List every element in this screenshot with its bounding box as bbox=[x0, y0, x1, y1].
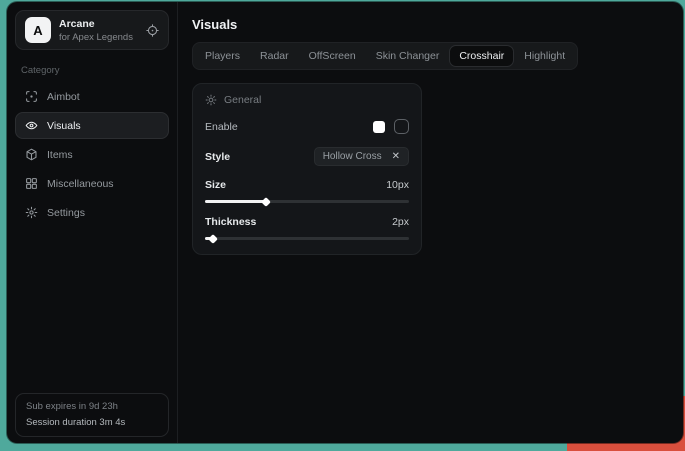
size-slider-fill bbox=[205, 200, 266, 203]
enable-checkbox[interactable] bbox=[394, 119, 409, 134]
thickness-slider[interactable] bbox=[205, 237, 409, 240]
sidebar-item-label: Aimbot bbox=[47, 91, 80, 103]
style-label: Style bbox=[205, 151, 230, 163]
sidebar-item-label: Miscellaneous bbox=[47, 178, 114, 190]
brand-subtitle: for Apex Legends bbox=[59, 32, 133, 43]
page-title: Visuals bbox=[192, 18, 669, 32]
enable-label: Enable bbox=[205, 121, 238, 133]
general-panel: General Enable Style Hollow Cross ✕ bbox=[192, 83, 422, 255]
sidebar-item-label: Items bbox=[47, 149, 73, 161]
tab-players[interactable]: Players bbox=[196, 46, 249, 66]
thickness-value: 2px bbox=[392, 216, 409, 228]
sidebar-item-label: Visuals bbox=[47, 120, 81, 132]
sidebar-item-aimbot[interactable]: Aimbot bbox=[15, 83, 169, 110]
app-logo: A bbox=[25, 17, 51, 43]
panel-header-label: General bbox=[224, 94, 261, 106]
tab-crosshair[interactable]: Crosshair bbox=[450, 46, 513, 66]
tab-skin-changer[interactable]: Skin Changer bbox=[367, 46, 449, 66]
tab-radar[interactable]: Radar bbox=[251, 46, 298, 66]
size-label: Size bbox=[205, 179, 226, 191]
sidebar-item-visuals[interactable]: Visuals bbox=[15, 112, 169, 139]
eye-icon bbox=[25, 119, 38, 132]
app-window: A Arcane for Apex Legends Category bbox=[7, 2, 683, 443]
sidebar-item-settings[interactable]: Settings bbox=[15, 199, 169, 226]
thickness-label: Thickness bbox=[205, 216, 256, 228]
enable-row: Enable bbox=[205, 119, 409, 134]
gear-icon bbox=[25, 206, 38, 219]
style-select[interactable]: Hollow Cross ✕ bbox=[314, 147, 409, 166]
brand-card: A Arcane for Apex Legends bbox=[15, 10, 169, 50]
target-icon[interactable] bbox=[146, 24, 159, 37]
tab-offscreen[interactable]: OffScreen bbox=[300, 46, 365, 66]
color-swatch[interactable] bbox=[373, 121, 385, 133]
subscription-info-box: Sub expires in 9d 23h Session duration 3… bbox=[15, 393, 169, 437]
sidebar: A Arcane for Apex Legends Category bbox=[7, 2, 178, 443]
crosshair-icon bbox=[25, 90, 38, 103]
category-label: Category bbox=[21, 65, 163, 76]
session-duration-text: Session duration 3m 4s bbox=[26, 418, 158, 428]
sub-expires-text: Sub expires in 9d 23h bbox=[26, 402, 158, 412]
box-icon bbox=[25, 148, 38, 161]
brand-title: Arcane bbox=[59, 18, 133, 30]
sidebar-item-label: Settings bbox=[47, 207, 85, 219]
sidebar-item-items[interactable]: Items bbox=[15, 141, 169, 168]
grid-icon bbox=[25, 177, 38, 190]
thickness-row: Thickness 2px bbox=[205, 216, 409, 228]
tab-highlight[interactable]: Highlight bbox=[515, 46, 574, 66]
size-slider[interactable] bbox=[205, 200, 409, 203]
size-row: Size 10px bbox=[205, 179, 409, 191]
brand-text: Arcane for Apex Legends bbox=[59, 18, 133, 43]
style-row: Style Hollow Cross ✕ bbox=[205, 147, 409, 166]
size-value: 10px bbox=[386, 179, 409, 191]
main-content: Visuals Players Radar OffScreen Skin Cha… bbox=[178, 2, 683, 443]
tab-bar: Players Radar OffScreen Skin Changer Cro… bbox=[192, 42, 578, 70]
size-slider-thumb[interactable] bbox=[261, 197, 271, 207]
sidebar-item-miscellaneous[interactable]: Miscellaneous bbox=[15, 170, 169, 197]
enable-controls bbox=[373, 119, 409, 134]
style-value: Hollow Cross bbox=[323, 151, 382, 162]
panel-header: General bbox=[205, 94, 409, 106]
sun-icon bbox=[205, 94, 217, 106]
thickness-slider-thumb[interactable] bbox=[208, 234, 218, 244]
clear-icon[interactable]: ✕ bbox=[392, 151, 400, 162]
